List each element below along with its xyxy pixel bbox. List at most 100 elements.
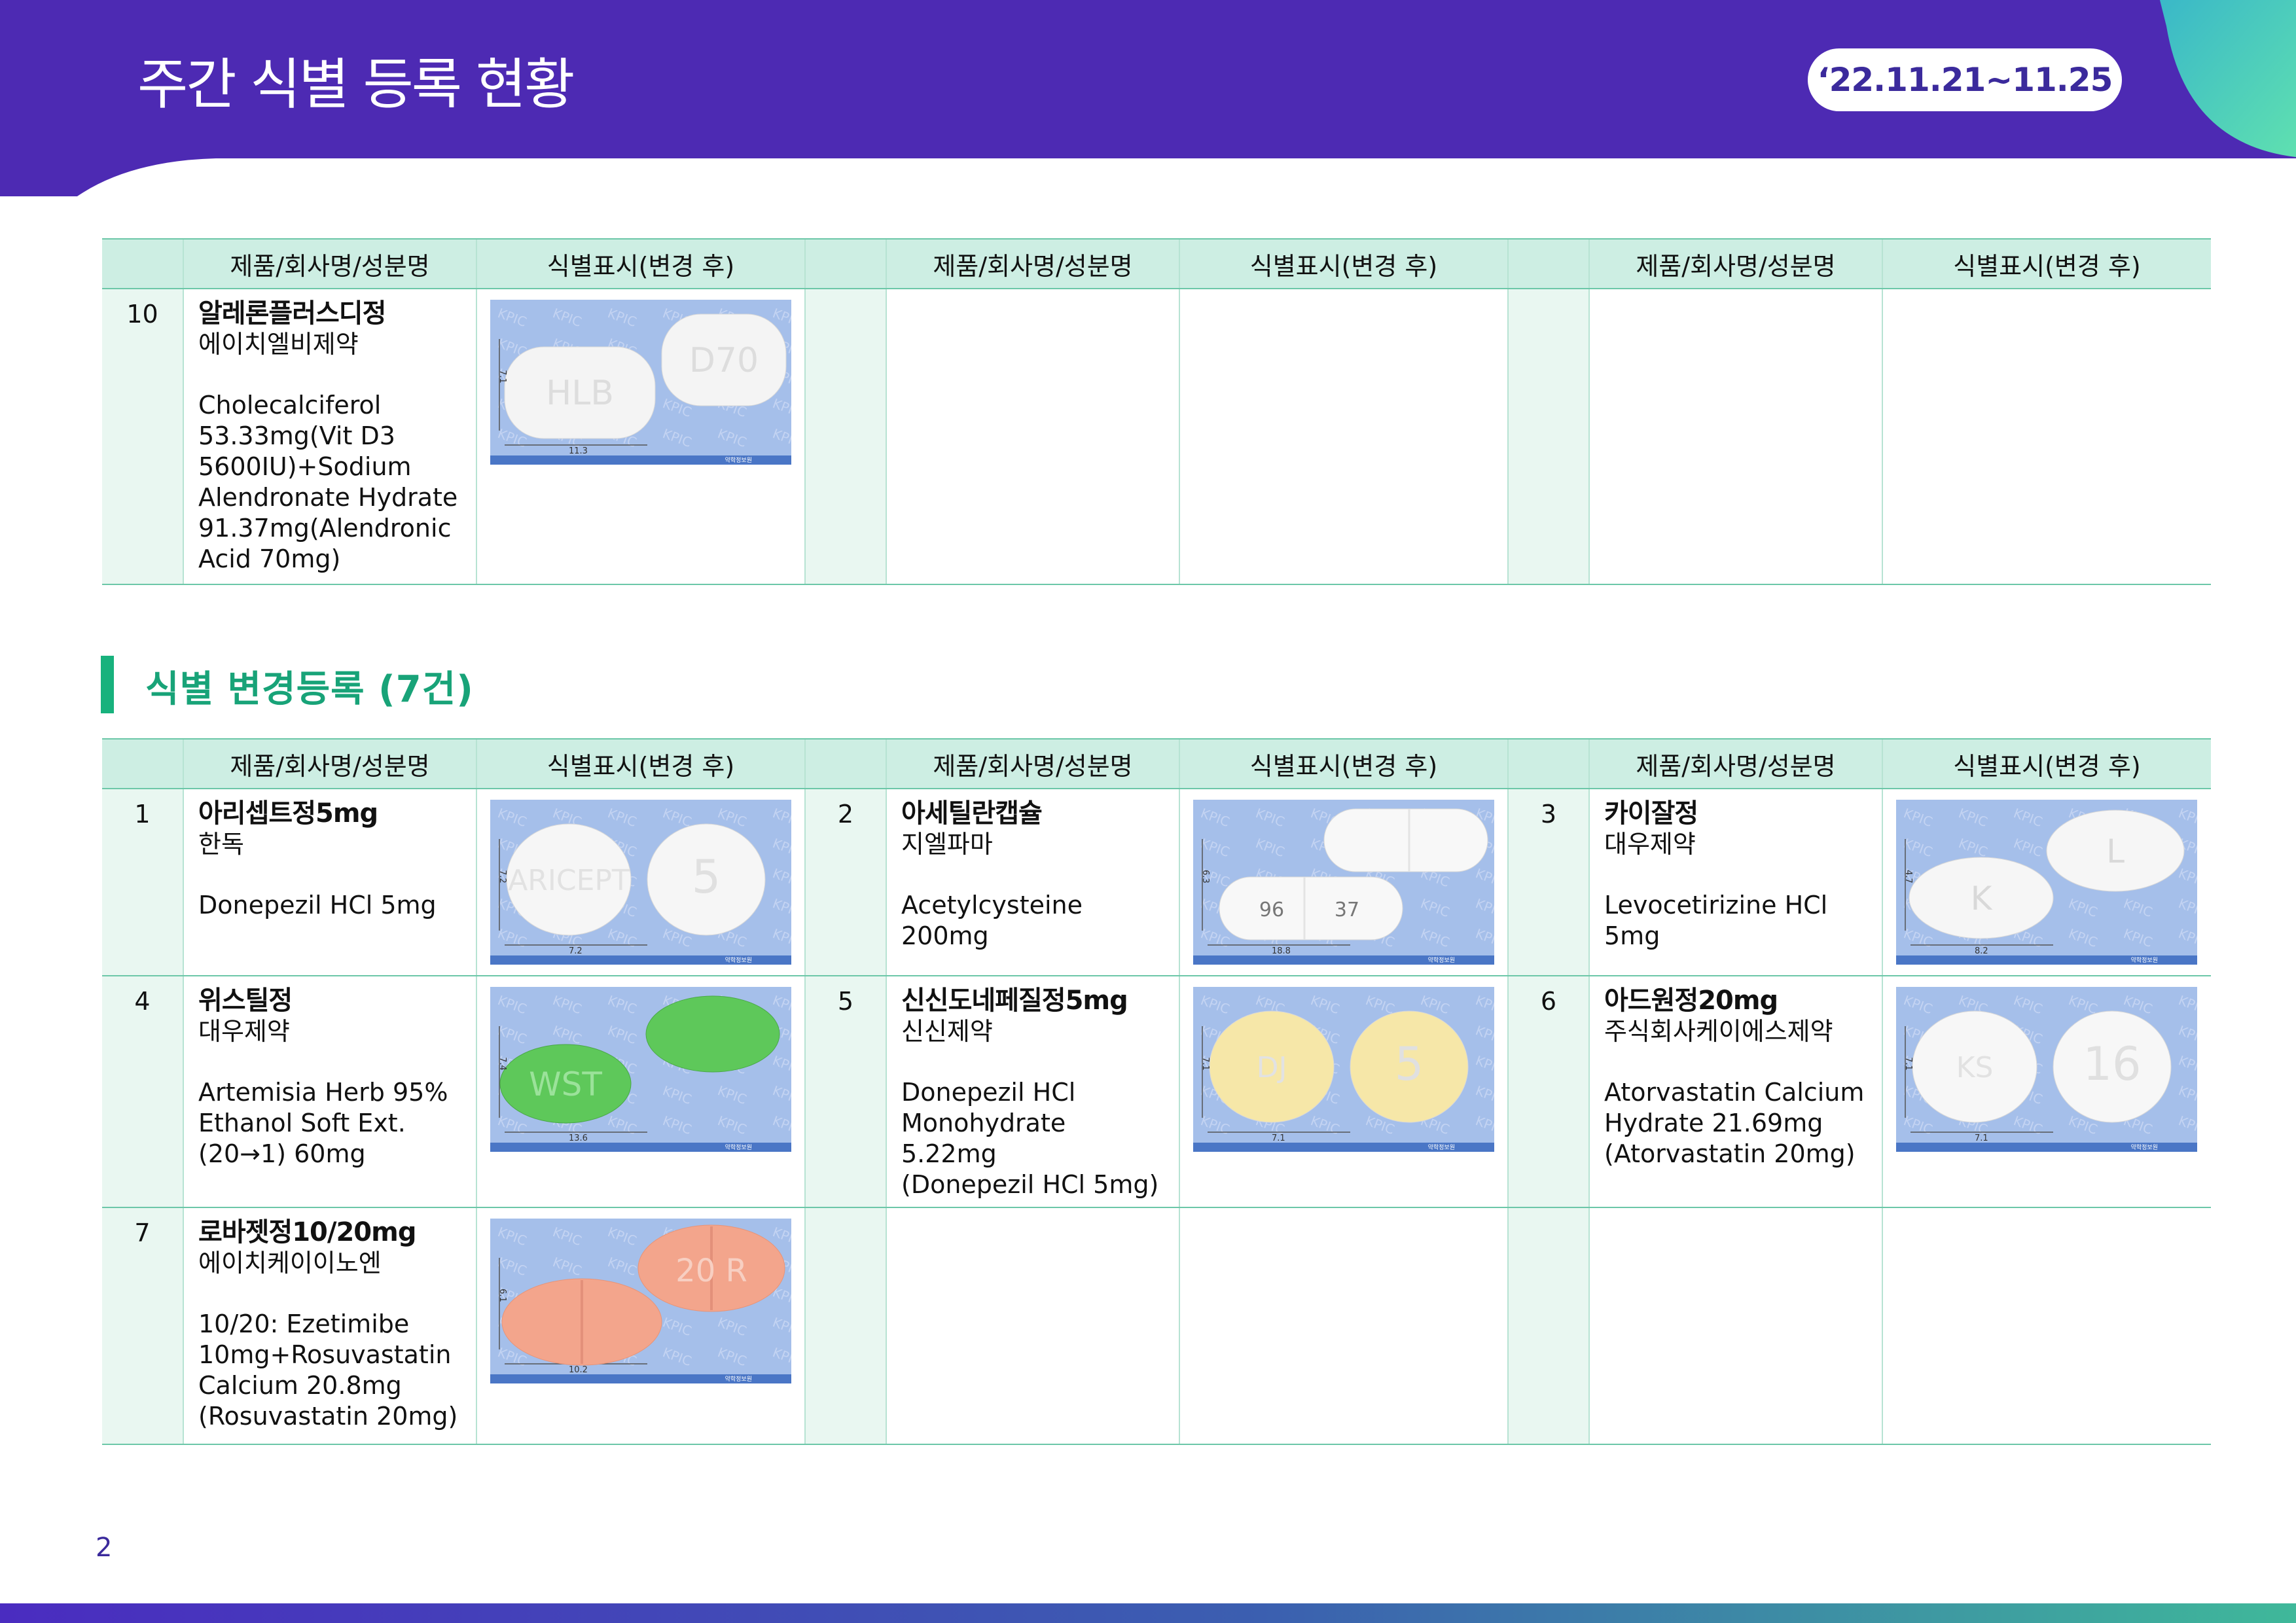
pill-image: KPIC KPIC KPIC KPIC KPIC KPIC KPIC KPIC KPIC KPIC… <box>1896 987 2197 1152</box>
table-row: 10 알레론플러스디정 에이치엘비제약 Cholecalciferol 53.33mg… <box>102 289 2211 585</box>
pill-image: KPIC KPIC KPIC KPIC KPIC KPIC KPIC KPIC KPIC KPIC… <box>1896 800 2197 965</box>
svg-text:20 R: 20 R <box>675 1253 747 1289</box>
header-no <box>102 738 183 789</box>
svg-text:D70: D70 <box>689 341 759 380</box>
svg-text:KPIC: KPIC <box>550 1022 584 1047</box>
svg-text:KPIC: KPIC <box>2121 925 2155 950</box>
image-caption: 약학정보원 <box>725 457 752 464</box>
svg-text:KPIC: KPIC <box>1901 835 1935 860</box>
table-header-row: 제품/회사명/성분명 식별표시(변경 후) 제품/회사명/성분명 식별표시(변경… <box>102 738 2211 789</box>
svg-text:KPIC: KPIC <box>495 1022 529 1047</box>
image-caption: 약학정보원 <box>725 957 752 964</box>
product-cell: 위스틸정 대우제약 Artemisia Herb 95% Ethanol Soft … <box>183 976 476 1208</box>
pill-thickness-label: 7.2 <box>497 870 507 883</box>
image-caption-bar: 약학정보원 <box>490 1143 791 1152</box>
svg-text:KPIC: KPIC <box>605 1224 639 1249</box>
svg-text:KPIC: KPIC <box>2011 1113 2045 1137</box>
svg-text:KPIC: KPIC <box>605 1022 639 1047</box>
svg-text:KPIC: KPIC <box>550 1224 584 1249</box>
header-marking: 식별표시(변경 후) <box>1882 738 2211 789</box>
header-marking: 식별표시(변경 후) <box>476 238 805 289</box>
svg-text:KPIC: KPIC <box>1473 925 1494 950</box>
marking-cell: KPIC KPIC KPIC KPIC KPIC KPIC KPIC KPIC KPIC KPIC… <box>1179 789 1508 976</box>
svg-text:KPIC: KPIC <box>2176 925 2197 950</box>
date-range-badge: ‘22.11.21~11.25 <box>1808 48 2122 111</box>
image-caption: 약학정보원 <box>725 1145 752 1151</box>
svg-text:KPIC: KPIC <box>660 1113 694 1137</box>
pill-image: KPIC KPIC KPIC KPIC KPIC KPIC KPIC KPIC KPIC KPIC… <box>490 800 791 965</box>
marking-cell-empty <box>1179 1207 1508 1445</box>
product-name: 로바젯정10/20mg <box>198 1217 416 1247</box>
header-product: 제품/회사명/성분명 <box>183 738 476 789</box>
svg-text:KS: KS <box>1956 1051 1994 1084</box>
svg-text:DJ: DJ <box>1257 1051 1287 1084</box>
pill-image: KPIC KPIC KPIC KPIC KPIC KPIC KPIC KPIC KPIC KPIC… <box>490 300 791 465</box>
image-caption-bar: 약학정보원 <box>490 955 791 965</box>
svg-text:KPIC: KPIC <box>770 805 791 830</box>
svg-text:KPIC: KPIC <box>770 1113 791 1137</box>
svg-text:KPIC: KPIC <box>495 305 529 330</box>
image-caption-bar: 약학정보원 <box>490 455 791 465</box>
pill-width-label: 7.1 <box>1272 1133 1285 1143</box>
image-caption: 약학정보원 <box>1427 1145 1455 1151</box>
product-name: 알레론플러스디정 <box>198 298 386 329</box>
svg-text:37: 37 <box>1335 899 1359 921</box>
product-name: 위스틸정 <box>198 986 293 1016</box>
ingredient-composition: Donepezil HCl 5mg <box>198 891 437 919</box>
product-name: 아세틸란캡슐 <box>901 798 1043 829</box>
svg-text:KPIC: KPIC <box>2011 805 2045 830</box>
company-name: 지엘파마 <box>901 830 993 859</box>
marking-cell: KPIC KPIC KPIC KPIC KPIC KPIC KPIC KPIC KPIC KPIC… <box>476 789 805 976</box>
header-no <box>804 738 886 789</box>
footer-bar <box>0 1603 2296 1623</box>
svg-text:KPIC: KPIC <box>605 925 639 950</box>
page-header: 주간 식별 등록 현황 ‘22.11.21~11.25 <box>0 0 2296 196</box>
svg-text:KPIC: KPIC <box>1198 1113 1232 1137</box>
header-no <box>1507 738 1589 789</box>
pill-width-label: 7.2 <box>569 946 583 956</box>
company-name: 한독 <box>198 830 244 859</box>
svg-text:KPIC: KPIC <box>605 305 639 330</box>
svg-text:KPIC: KPIC <box>1473 895 1494 920</box>
item-number-empty <box>1507 1207 1589 1445</box>
svg-text:KPIC: KPIC <box>1253 835 1287 860</box>
image-caption: 약학정보원 <box>2130 1145 2158 1151</box>
svg-text:KPIC: KPIC <box>495 925 529 950</box>
svg-text:KPIC: KPIC <box>1956 805 1990 830</box>
header-product: 제품/회사명/성분명 <box>1588 738 1882 789</box>
svg-text:KPIC: KPIC <box>550 305 584 330</box>
svg-text:KPIC: KPIC <box>715 1113 749 1137</box>
ingredient-composition: Atorvastatin Calcium Hydrate 21.69mg (At… <box>1604 1078 1865 1168</box>
table-header-row: 제품/회사명/성분명 식별표시(변경 후) 제품/회사명/성분명 식별표시(변경… <box>102 238 2211 289</box>
image-caption: 약학정보원 <box>2130 957 2158 964</box>
svg-text:HLB: HLB <box>546 374 614 413</box>
item-number: 4 <box>102 976 183 1208</box>
image-caption-bar: 약학정보원 <box>1193 955 1494 965</box>
svg-text:KPIC: KPIC <box>1473 1022 1494 1047</box>
svg-text:KPIC: KPIC <box>715 1314 749 1339</box>
company-name: 주식회사케이에스제약 <box>1604 1017 1833 1046</box>
product-cell: 아드원정20mg 주식회사케이에스제약 Atorvastatin Calcium H… <box>1588 976 1882 1208</box>
svg-text:KPIC: KPIC <box>495 1113 529 1137</box>
svg-text:16: 16 <box>2083 1037 2141 1091</box>
svg-text:KPIC: KPIC <box>495 1254 529 1279</box>
marking-cell-empty <box>1882 289 2211 585</box>
svg-text:KPIC: KPIC <box>715 425 749 450</box>
item-number-empty <box>804 1207 886 1445</box>
header-marking: 식별표시(변경 후) <box>1179 738 1508 789</box>
header-product: 제품/회사명/성분명 <box>183 238 476 289</box>
new-registration-table: 제품/회사명/성분명 식별표시(변경 후) 제품/회사명/성분명 식별표시(변경… <box>102 238 2211 585</box>
svg-text:KPIC: KPIC <box>770 895 791 920</box>
product-name: 신신도네페질정5mg <box>901 986 1128 1016</box>
svg-text:KPIC: KPIC <box>2176 1022 2197 1047</box>
svg-text:KPIC: KPIC <box>2066 925 2100 950</box>
image-caption-bar: 약학정보원 <box>490 1374 791 1383</box>
product-cell-empty <box>1588 289 1882 585</box>
svg-text:KPIC: KPIC <box>770 1082 791 1107</box>
svg-text:KPIC: KPIC <box>770 992 791 1017</box>
item-number-empty <box>804 289 886 585</box>
pill-thickness-label: 6.1 <box>497 1289 507 1302</box>
svg-text:KPIC: KPIC <box>1901 805 1935 830</box>
svg-text:L: L <box>2106 832 2125 870</box>
section-marker <box>101 656 114 713</box>
